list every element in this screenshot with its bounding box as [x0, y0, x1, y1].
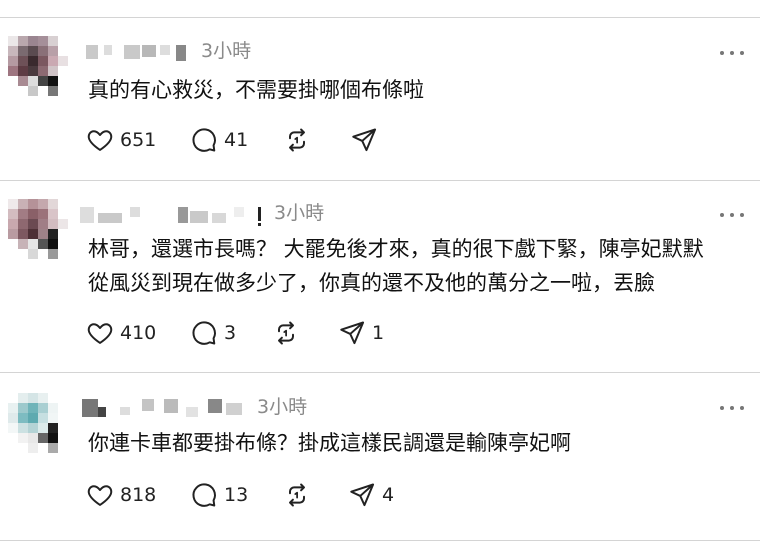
repost-arrows-icon — [289, 128, 305, 152]
comment-count: 41 — [224, 129, 249, 151]
more-options-button[interactable] — [720, 403, 744, 413]
share-count: 1 — [372, 322, 385, 344]
post-text: 真的有心救災，不需要掛哪個布條啦 — [88, 73, 748, 107]
comment-count: 13 — [224, 484, 249, 506]
post: 3小時 林哥，還選市長嗎？ 大罷免後才來，真的很下戲下緊，陳亭妃默默 從風災到現… — [0, 181, 760, 372]
comment-feed: 3小時 真的有心救災，不需要掛哪個布條啦 651 41 3小時 林哥，還選市長嗎… — [0, 0, 760, 542]
username-redacted[interactable] — [80, 203, 266, 226]
comment-button[interactable]: 13 — [190, 480, 248, 510]
repost-button[interactable] — [283, 480, 317, 510]
repost-arrows-icon — [289, 483, 305, 507]
more-dots-icon — [720, 51, 724, 55]
like-button[interactable]: 651 — [86, 125, 156, 155]
share-count: 4 — [382, 484, 395, 506]
post: 3小時 你連卡車都要掛布條？掛成這樣民調還是輸陳亭妃啊 818 13 4 — [0, 373, 760, 542]
send-paper-plane-icon — [352, 128, 377, 152]
share-button[interactable] — [350, 125, 384, 155]
more-options-button[interactable] — [720, 48, 744, 58]
repost-button[interactable] — [272, 318, 306, 348]
action-bar: 818 13 4 — [86, 480, 506, 510]
post-text-line: 從風災到現在做多少了，你真的還不及他的萬分之一啦，丟臉 — [88, 271, 655, 295]
speech-bubble-icon — [192, 321, 216, 345]
post-text-line: 真的有心救災，不需要掛哪個布條啦 — [88, 78, 424, 102]
comment-button[interactable]: 3 — [190, 318, 236, 348]
action-bar: 651 41 — [86, 125, 506, 155]
post-text-line: 你連卡車都要掛布條？掛成這樣民調還是輸陳亭妃啊 — [88, 431, 571, 455]
like-count: 651 — [120, 129, 157, 151]
more-dots-icon — [720, 213, 724, 217]
heart-icon — [87, 323, 113, 344]
like-button[interactable]: 818 — [86, 480, 156, 510]
send-paper-plane-icon — [350, 483, 375, 507]
post-time: 3小時 — [274, 202, 325, 224]
heart-icon — [87, 130, 113, 151]
action-bar: 410 3 1 — [86, 318, 506, 348]
heart-icon — [87, 485, 113, 506]
comment-count: 3 — [224, 322, 237, 344]
like-count: 818 — [120, 484, 157, 506]
comment-button[interactable]: 41 — [190, 125, 248, 155]
avatar[interactable] — [8, 199, 72, 263]
avatar[interactable] — [8, 393, 72, 457]
repost-arrows-icon — [278, 321, 294, 345]
share-button[interactable]: 4 — [348, 480, 394, 510]
post: 3小時 真的有心救災，不需要掛哪個布條啦 651 41 — [0, 18, 760, 180]
more-dots-icon — [720, 406, 724, 410]
post-text: 林哥，還選市長嗎？ 大罷免後才來，真的很下戲下緊，陳亭妃默默 從風災到現在做多少… — [88, 232, 748, 300]
more-options-button[interactable] — [720, 210, 744, 220]
avatar[interactable] — [8, 36, 72, 100]
speech-bubble-icon — [192, 128, 216, 152]
speech-bubble-icon — [192, 483, 216, 507]
post-time: 3小時 — [257, 396, 308, 418]
send-paper-plane-icon — [340, 321, 365, 345]
post-time: 3小時 — [201, 40, 252, 62]
post-text-line: 林哥，還選市長嗎？ 大罷免後才來，真的很下戲下緊，陳亭妃默默 — [88, 237, 704, 261]
like-count: 410 — [120, 322, 157, 344]
like-button[interactable]: 410 — [86, 318, 156, 348]
post-text: 你連卡車都要掛布條？掛成這樣民調還是輸陳亭妃啊 — [88, 426, 748, 460]
repost-button[interactable] — [283, 125, 317, 155]
divider — [0, 540, 760, 541]
username-redacted[interactable] — [82, 395, 266, 417]
share-button[interactable]: 1 — [338, 318, 384, 348]
